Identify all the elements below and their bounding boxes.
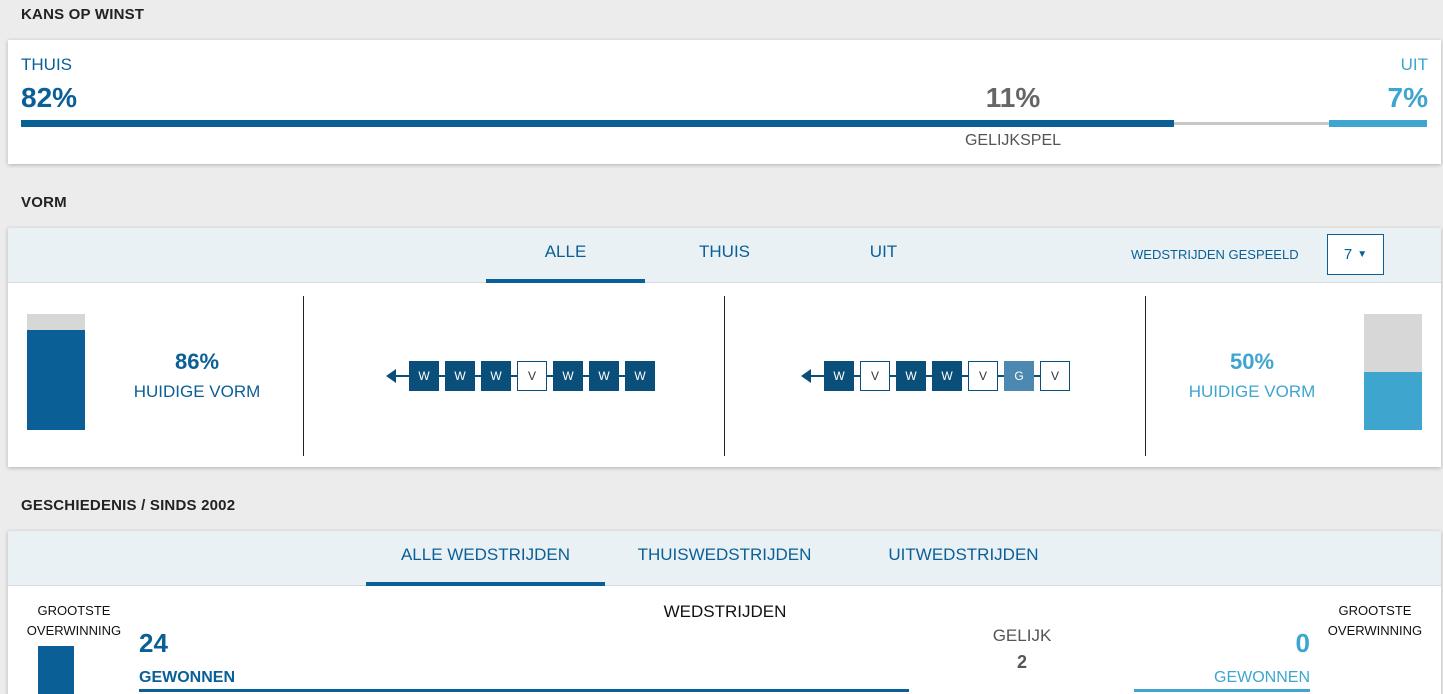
tab-form-all[interactable]: ALLE [486,228,645,283]
home-form-gauge-fill [27,330,85,430]
away-result-4[interactable]: W [932,361,962,391]
form-divider [724,296,725,456]
home-win-pct: 82% [21,82,78,113]
form-divider [303,296,304,456]
away-results-strip: WVWWVGV [801,361,1071,391]
draw-pct: 11% [985,82,1041,113]
away-form-pct: 50% [1229,349,1275,374]
matches-played-value: 7 [1343,246,1353,263]
away-probability-segment [1328,120,1427,127]
win-chance-card: THUIS 82% 11% GELIJKSPEL UIT 7% [8,40,1441,164]
home-form-label: HUIDIGE VORM [133,382,261,401]
home-result-6[interactable]: W [589,361,619,391]
draw-history-value: 2 [1016,652,1027,672]
form-title: VORM [21,194,67,211]
home-biggest-win-bar [38,646,74,694]
home-probability-segment [21,120,1174,127]
away-won-bar [1134,689,1310,692]
away-form-gauge [1364,314,1422,430]
away-won-count: 0 [1295,628,1310,658]
matches-label: WEDSTRIJDEN [663,602,787,621]
history-card: ALLE WEDSTRIJDEN THUISWEDSTRIJDEN UITWED… [8,531,1441,694]
home-result-5[interactable]: W [553,361,583,391]
home-result-2[interactable]: W [445,361,475,391]
tab-history-all[interactable]: ALLE WEDSTRIJDEN [366,531,605,586]
form-tabbar: ALLE THUIS UIT WEDSTRIJDEN GESPEELD 7 ▼ [8,228,1441,283]
home-won-bar [139,689,909,692]
home-label: THUIS [21,55,72,74]
home-won-count: 24 [139,628,168,658]
home-form-pct: 86% [174,349,220,374]
caret-down-icon: ▼ [1357,249,1368,260]
home-biggest-win-label: GROOTSTE OVERWINNING [26,603,122,638]
home-result-7[interactable]: W [625,361,655,391]
away-result-5[interactable]: V [968,361,998,391]
history-title: GESCHIEDENIS / SINDS 2002 [21,497,236,514]
away-label: UIT [1400,55,1428,74]
arrow-left-icon [386,369,396,383]
matches-played-label: WEDSTRIJDEN GESPEELD [1131,247,1299,262]
draw-probability-segment [1173,122,1329,125]
form-card: ALLE THUIS UIT WEDSTRIJDEN GESPEELD 7 ▼ … [8,228,1441,467]
draw-history-label: GELIJK [992,626,1052,645]
home-result-3[interactable]: W [481,361,511,391]
home-results-strip: WWWVWWW [386,361,655,391]
win-chance-title: KANS OP WINST [21,6,145,23]
away-win-pct: 7% [1387,82,1428,113]
arrow-left-icon [801,369,811,383]
history-tabbar: ALLE WEDSTRIJDEN THUISWEDSTRIJDEN UITWED… [8,531,1441,586]
tab-history-away[interactable]: UITWEDSTRIJDEN [844,531,1083,586]
away-result-7[interactable]: V [1040,361,1070,391]
draw-label: GELIJKSPEL [964,132,1062,149]
form-divider [1145,296,1146,456]
away-form-gauge-fill [1364,372,1422,430]
matches-played-dropdown[interactable]: 7 ▼ [1327,234,1384,275]
away-result-2[interactable]: V [860,361,890,391]
away-won-label: GEWONNEN [1214,669,1310,686]
away-form-label: HUIDIGE VORM [1188,382,1316,401]
home-result-1[interactable]: W [409,361,439,391]
away-result-6[interactable]: G [1004,361,1034,391]
tab-history-home[interactable]: THUISWEDSTRIJDEN [605,531,844,586]
away-biggest-win-label: GROOTSTE OVERWINNING [1327,603,1423,638]
home-result-4[interactable]: V [517,361,547,391]
away-result-3[interactable]: W [896,361,926,391]
away-result-1[interactable]: W [824,361,854,391]
home-won-label: GEWONNEN [139,669,235,686]
home-form-gauge [27,314,85,430]
tab-form-home[interactable]: THUIS [645,228,804,283]
win-probability-bar [21,120,1427,127]
tab-form-away[interactable]: UIT [804,228,963,283]
